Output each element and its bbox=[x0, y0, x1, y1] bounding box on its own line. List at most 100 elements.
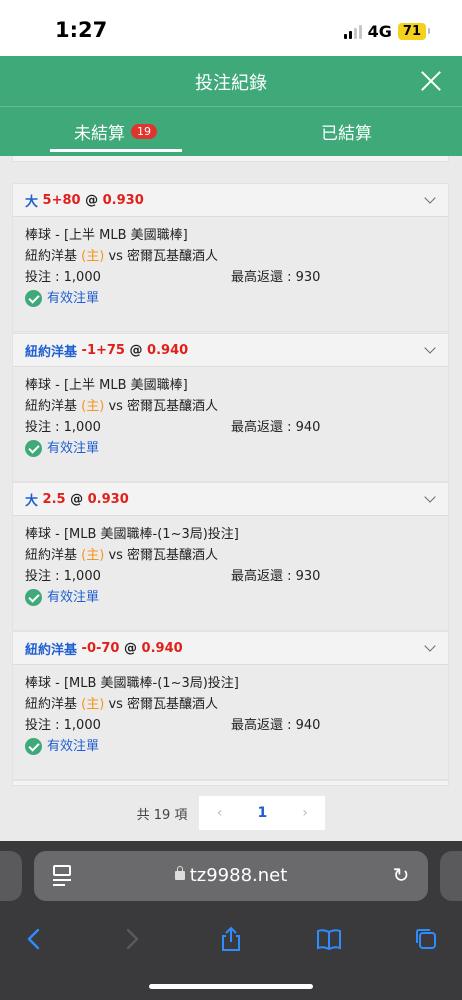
reload-icon[interactable]: ↻ bbox=[390, 864, 412, 886]
bet-card: 紐約洋基 -0-70 @ 0.940 棒球 - [MLB 美國職棒-(1~3局)… bbox=[12, 631, 449, 780]
close-icon[interactable] bbox=[418, 68, 444, 94]
bet-odds: 0.940 bbox=[147, 342, 189, 358]
home-team: 紐約洋基 bbox=[25, 548, 78, 563]
bet-league: 棒球 - [MLB 美國職棒-(1~3局)投注] bbox=[25, 527, 239, 542]
tab-unsettled-label: 未結算 bbox=[74, 124, 125, 144]
bet-card-header[interactable]: 大 5+80 @ 0.930 bbox=[13, 184, 448, 217]
away-team: vs 密爾瓦基釀酒人 bbox=[108, 548, 219, 563]
tab-settled[interactable]: 已結算 bbox=[231, 107, 462, 156]
check-circle-icon bbox=[25, 290, 42, 307]
status-time: 1:27 bbox=[55, 18, 108, 42]
signal-icon bbox=[343, 24, 362, 39]
bet-card-body: 棒球 - [上半 MLB 美國職棒] 紐約洋基 (主) vs 密爾瓦基釀酒人 投… bbox=[13, 217, 448, 331]
next-tab-edge[interactable] bbox=[440, 851, 462, 901]
bet-card-body: 棒球 - [MLB 美國職棒-(1~3局)投注] 紐約洋基 (主) vs 密爾瓦… bbox=[13, 516, 448, 630]
home-tag: (主) bbox=[81, 697, 105, 712]
chevron-right-icon bbox=[126, 928, 139, 950]
next-page-button[interactable]: › bbox=[302, 805, 308, 821]
home-tag: (主) bbox=[81, 249, 105, 264]
next-card-edge bbox=[12, 780, 449, 786]
battery-level: 71 bbox=[402, 24, 421, 39]
bet-stake: 投注 : 1,000 bbox=[25, 270, 101, 285]
home-team: 紐約洋基 bbox=[25, 399, 78, 414]
book-icon bbox=[317, 929, 341, 951]
address-bar[interactable]: tz9988.net ↻ bbox=[34, 851, 428, 901]
bet-list[interactable]: 大 5+80 @ 0.930 棒球 - [上半 MLB 美國職棒] 紐約洋基 (… bbox=[0, 156, 462, 841]
previous-tab-edge[interactable] bbox=[0, 851, 22, 901]
bet-status-label: 有效注單 bbox=[47, 441, 100, 456]
bet-league: 棒球 - [MLB 美國職棒-(1~3局)投注] bbox=[25, 676, 239, 691]
bet-match: 紐約洋基 (主) vs 密爾瓦基釀酒人 bbox=[25, 246, 436, 267]
pagination-controls: ‹ 1 › bbox=[199, 796, 326, 830]
network-label: 4G bbox=[367, 22, 392, 41]
bet-odds: 0.930 bbox=[87, 491, 129, 507]
away-team: vs 密爾瓦基釀酒人 bbox=[108, 399, 219, 414]
bet-status-label: 有效注單 bbox=[47, 739, 100, 754]
bet-card: 大 5+80 @ 0.930 棒球 - [上半 MLB 美國職棒] 紐約洋基 (… bbox=[12, 183, 449, 332]
bet-stake: 投注 : 1,000 bbox=[25, 718, 101, 733]
bet-selection: 大 bbox=[25, 493, 39, 509]
home-team: 紐約洋基 bbox=[25, 249, 78, 264]
tabs-button[interactable] bbox=[406, 919, 446, 959]
browser-toolbar bbox=[0, 919, 462, 959]
bet-line: -1+75 bbox=[81, 342, 125, 358]
bet-max-return: 最高返還 : 940 bbox=[231, 420, 321, 435]
url-display[interactable]: tz9988.net bbox=[34, 865, 428, 886]
page-title: 投注紀錄 bbox=[195, 73, 267, 94]
battery-icon: 71 bbox=[397, 23, 431, 40]
chevron-down-icon[interactable] bbox=[424, 192, 436, 204]
bet-card-body: 棒球 - [上半 MLB 美國職棒] 紐約洋基 (主) vs 密爾瓦基釀酒人 投… bbox=[13, 367, 448, 481]
bet-card-header[interactable]: 紐約洋基 -1+75 @ 0.940 bbox=[13, 334, 448, 367]
forward-button[interactable] bbox=[112, 919, 152, 959]
check-circle-icon bbox=[25, 440, 42, 457]
bet-selection: 大 bbox=[25, 194, 39, 210]
status-indicators: 4G 71 bbox=[343, 22, 431, 41]
check-circle-icon bbox=[25, 589, 42, 606]
tabs-icon bbox=[416, 929, 436, 949]
bet-match: 紐約洋基 (主) vs 密爾瓦基釀酒人 bbox=[25, 545, 436, 566]
chevron-down-icon[interactable] bbox=[424, 342, 436, 354]
bet-max-return: 最高返還 : 940 bbox=[231, 718, 321, 733]
previous-card-edge bbox=[12, 156, 449, 162]
bet-status: 有效注單 bbox=[25, 587, 436, 608]
browser-chrome: tz9988.net ↻ bbox=[0, 841, 462, 1000]
home-tag: (主) bbox=[81, 399, 105, 414]
bet-max-return: 最高返還 : 930 bbox=[231, 569, 321, 584]
check-circle-icon bbox=[25, 738, 42, 755]
bet-status-label: 有效注單 bbox=[47, 291, 100, 306]
bet-selection: 紐約洋基 bbox=[25, 344, 78, 360]
bet-odds: 0.940 bbox=[141, 640, 183, 656]
bookmarks-button[interactable] bbox=[309, 919, 349, 959]
bet-card-header[interactable]: 大 2.5 @ 0.930 bbox=[13, 483, 448, 516]
url-text: tz9988.net bbox=[189, 865, 288, 886]
bet-card-header[interactable]: 紐約洋基 -0-70 @ 0.940 bbox=[13, 632, 448, 665]
bet-status: 有效注單 bbox=[25, 736, 436, 757]
away-team: vs 密爾瓦基釀酒人 bbox=[108, 697, 219, 712]
current-page[interactable]: 1 bbox=[258, 805, 268, 821]
chevron-left-icon bbox=[27, 928, 40, 950]
bet-card-body: 棒球 - [MLB 美國職棒-(1~3局)投注] 紐約洋基 (主) vs 密爾瓦… bbox=[13, 665, 448, 779]
bet-selection: 紐約洋基 bbox=[25, 642, 78, 658]
bet-amounts: 投注 : 1,000 最高返還 : 930 bbox=[25, 566, 436, 587]
home-indicator[interactable] bbox=[149, 984, 313, 989]
bet-card: 紐約洋基 -1+75 @ 0.940 棒球 - [上半 MLB 美國職棒] 紐約… bbox=[12, 333, 449, 482]
back-button[interactable] bbox=[14, 919, 54, 959]
bet-odds: 0.930 bbox=[102, 192, 144, 208]
app-header: 投注紀錄 bbox=[0, 56, 462, 106]
share-button[interactable] bbox=[211, 919, 251, 959]
bet-at: @ bbox=[85, 192, 99, 208]
pagination-total: 共 19 項 bbox=[136, 807, 188, 823]
chevron-down-icon[interactable] bbox=[424, 491, 436, 503]
bet-at: @ bbox=[129, 342, 143, 358]
bet-status: 有效注單 bbox=[25, 438, 436, 459]
home-team: 紐約洋基 bbox=[25, 697, 78, 712]
unsettled-count-badge: 19 bbox=[131, 124, 157, 139]
chevron-down-icon[interactable] bbox=[424, 640, 436, 652]
bet-status-label: 有效注單 bbox=[47, 590, 100, 605]
home-tag: (主) bbox=[81, 548, 105, 563]
tab-settled-label: 已結算 bbox=[321, 124, 372, 144]
prev-page-button[interactable]: ‹ bbox=[217, 805, 223, 821]
bet-league: 棒球 - [上半 MLB 美國職棒] bbox=[25, 378, 188, 393]
bet-stake: 投注 : 1,000 bbox=[25, 569, 101, 584]
bet-card: 大 2.5 @ 0.930 棒球 - [MLB 美國職棒-(1~3局)投注] 紐… bbox=[12, 482, 449, 631]
